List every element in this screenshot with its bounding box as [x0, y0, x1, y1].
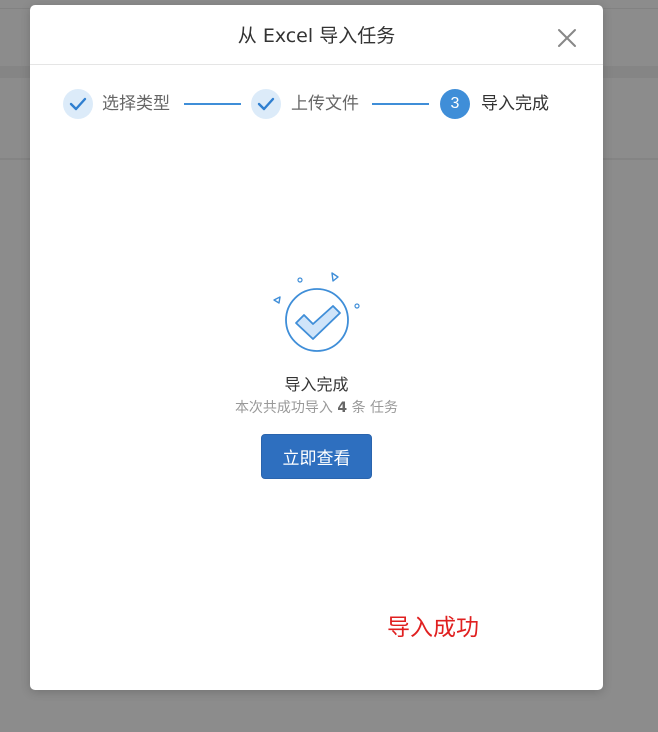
- result-title: 导入完成: [284, 375, 349, 394]
- step-connector: [372, 103, 429, 105]
- step-3-label: 导入完成: [481, 94, 549, 114]
- result-desc-prefix: 本次共成功导入: [234, 400, 333, 416]
- import-dialog: 从 Excel 导入任务 选择类型 上传文件 3 导入完成 导入完成 本次共成功…: [30, 5, 603, 690]
- step-2-label: 上传文件: [291, 94, 359, 114]
- close-icon: [558, 29, 576, 47]
- annotation-label: 导入成功: [387, 615, 479, 641]
- step-2-done-indicator: [251, 89, 281, 119]
- close-button[interactable]: [554, 25, 580, 51]
- import-count: 4: [337, 400, 348, 416]
- result-description: 本次共成功导入 4 条 任务: [30, 397, 603, 417]
- dialog-title: 从 Excel 导入任务: [237, 25, 396, 47]
- step-1-done-indicator: [63, 89, 93, 119]
- result-desc-suffix: 条 任务: [351, 400, 399, 416]
- success-illustration: [268, 267, 368, 367]
- check-icon: [69, 97, 87, 111]
- dialog-header: 从 Excel 导入任务: [30, 5, 603, 65]
- step-1-label: 选择类型: [102, 94, 170, 114]
- success-check-icon: [273, 272, 360, 352]
- step-connector: [184, 103, 241, 105]
- import-steps: 选择类型 上传文件 3 导入完成: [30, 89, 603, 121]
- check-icon: [257, 97, 275, 111]
- step-3-active-indicator: 3: [440, 89, 470, 119]
- view-now-button[interactable]: 立即查看: [261, 434, 372, 479]
